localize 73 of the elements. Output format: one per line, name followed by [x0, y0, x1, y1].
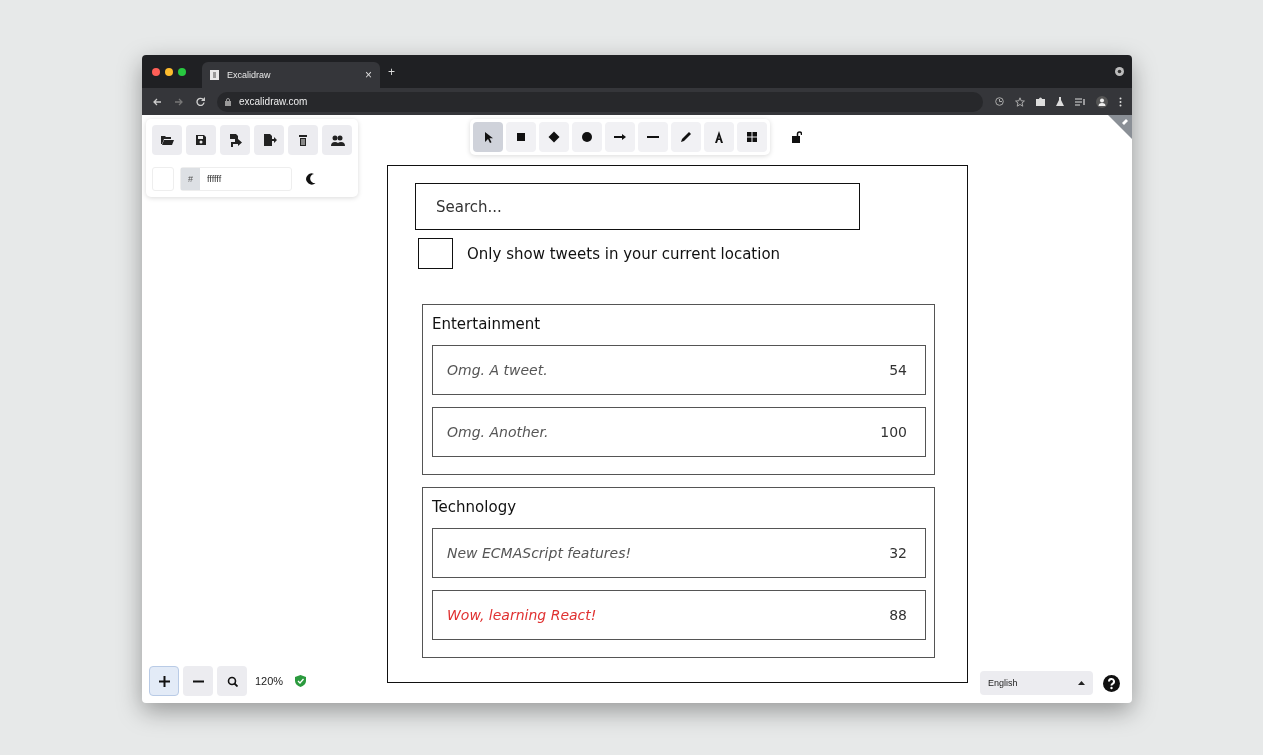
pencil-tool-button[interactable] [671, 122, 701, 152]
text-tool-button[interactable] [704, 122, 734, 152]
category-title: Technology [432, 498, 518, 518]
magnifier-icon [226, 675, 238, 687]
text-icon [712, 130, 726, 144]
category-title: Entertainment [432, 315, 542, 335]
save-button[interactable] [186, 125, 216, 155]
rectangle-icon [514, 130, 528, 144]
hash-prefix: # [181, 168, 200, 190]
ellipse-icon [580, 130, 594, 144]
arrow-tool-button[interactable] [605, 122, 635, 152]
ellipse-tool-button[interactable] [572, 122, 602, 152]
open-folder-button[interactable] [152, 125, 182, 155]
diamond-tool-button[interactable] [539, 122, 569, 152]
tab-title: Excalidraw [227, 70, 272, 80]
save-icon [193, 133, 209, 147]
corner-ribbon-icon[interactable] [1108, 115, 1132, 139]
address-bar[interactable]: excalidraw.com [217, 91, 983, 112]
language-select[interactable]: English [980, 671, 1093, 695]
media-queue-icon[interactable] [1075, 97, 1085, 106]
tweet-text: Wow, learning React! [447, 607, 597, 623]
reload-icon[interactable] [196, 97, 205, 106]
zoom-in-button[interactable] [149, 666, 179, 696]
caret-up-icon [1078, 681, 1085, 685]
page-favicon [210, 70, 219, 80]
rectangle-tool-button[interactable] [506, 122, 536, 152]
forward-arrow-icon[interactable] [174, 97, 184, 106]
help-icon[interactable] [1103, 674, 1120, 692]
export-file-icon [261, 133, 277, 147]
tweet-count: 32 [889, 545, 907, 561]
open-folder-icon [159, 133, 175, 147]
browser-tab[interactable]: Excalidraw × [202, 62, 380, 88]
unlocked-padlock-icon[interactable] [792, 131, 802, 143]
zoom-out-button[interactable] [183, 666, 213, 696]
library-icon [745, 130, 759, 144]
url-text: excalidraw.com [239, 96, 308, 107]
line-tool-button[interactable] [638, 122, 668, 152]
back-arrow-icon[interactable] [152, 97, 162, 106]
tweet-text: Omg. Another. [447, 424, 549, 440]
zoom-level: 120% [255, 675, 284, 687]
tweet-count: 100 [880, 424, 907, 440]
more-menu-icon[interactable] [1119, 96, 1122, 107]
pencil-icon [679, 130, 693, 144]
moon-icon[interactable] [306, 173, 316, 185]
export-image-icon [227, 133, 243, 147]
people-button[interactable] [322, 125, 352, 155]
tweet-text: New ECMAScript features! [447, 545, 632, 561]
selection-tool-button[interactable] [473, 122, 503, 152]
color-value: ffffff [206, 174, 222, 184]
clock-icon[interactable] [995, 97, 1004, 106]
checkbox-label: Only show tweets in your current location [467, 244, 781, 263]
people-icon [329, 133, 345, 147]
library-tool-button[interactable] [737, 122, 767, 152]
close-tab-button[interactable]: × [365, 68, 372, 82]
tweet-count: 54 [889, 362, 907, 378]
export-image-button[interactable] [220, 125, 250, 155]
color-input-field[interactable]: # ffffff [180, 167, 292, 191]
puzzle-piece-icon[interactable] [1036, 97, 1045, 106]
profile-icon[interactable] [1115, 67, 1124, 76]
new-tab-button[interactable]: + [388, 64, 395, 79]
trash-button[interactable] [288, 125, 318, 155]
lock-icon [225, 97, 231, 106]
diamond-icon [547, 130, 561, 144]
flask-icon[interactable] [1056, 97, 1064, 106]
plus-icon [158, 675, 170, 687]
checkbox[interactable] [418, 238, 453, 269]
reset-zoom-button[interactable] [217, 666, 247, 696]
tweet-text: Omg. A tweet. [447, 362, 548, 378]
account-icon[interactable] [1096, 95, 1108, 108]
tweet-count: 88 [889, 607, 907, 623]
search-field[interactable]: Search... [415, 183, 860, 230]
star-icon[interactable] [1015, 96, 1025, 107]
export-file-button[interactable] [254, 125, 284, 155]
